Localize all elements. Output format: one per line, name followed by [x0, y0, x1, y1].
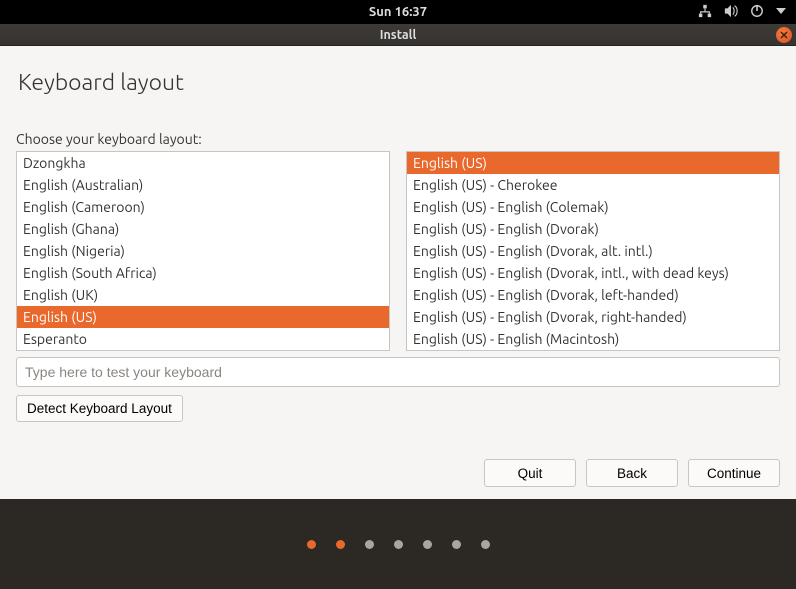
- network-icon[interactable]: [698, 4, 712, 21]
- keyboard-test-input[interactable]: [16, 357, 780, 387]
- progress-dot[interactable]: [394, 540, 403, 549]
- variant-item[interactable]: English (US): [407, 152, 779, 174]
- nav-buttons: Quit Back Continue: [484, 459, 780, 487]
- variant-item[interactable]: English (US) - English (Dvorak, alt. int…: [407, 240, 779, 262]
- variant-item[interactable]: English (US) - English (Dvorak, right-ha…: [407, 306, 779, 328]
- progress-dot[interactable]: [307, 540, 316, 549]
- variant-item[interactable]: English (US) - English (Colemak): [407, 196, 779, 218]
- continue-button[interactable]: Continue: [688, 459, 780, 487]
- language-item[interactable]: English (UK): [17, 284, 389, 306]
- language-item[interactable]: Dzongkha: [17, 152, 389, 174]
- installer-window: Keyboard layout Choose your keyboard lay…: [0, 46, 796, 499]
- back-button[interactable]: Back: [586, 459, 678, 487]
- progress-dot[interactable]: [481, 540, 490, 549]
- language-item[interactable]: English (Nigeria): [17, 240, 389, 262]
- language-item[interactable]: English (South Africa): [17, 262, 389, 284]
- variant-item[interactable]: English (US) - Cherokee: [407, 174, 779, 196]
- choose-label: Choose your keyboard layout:: [16, 131, 780, 147]
- system-tray: [698, 0, 786, 24]
- variant-item[interactable]: English (US) - English (Dvorak, intl., w…: [407, 262, 779, 284]
- variant-listbox[interactable]: English (US)English (US) - CherokeeEngli…: [406, 151, 780, 351]
- close-icon: [780, 31, 788, 39]
- progress-dot[interactable]: [423, 540, 432, 549]
- progress-dot[interactable]: [336, 540, 345, 549]
- chevron-down-icon[interactable]: [776, 5, 786, 19]
- progress-dots: [0, 499, 796, 589]
- variant-item[interactable]: English (US) - English (Dvorak, left-han…: [407, 284, 779, 306]
- power-icon[interactable]: [750, 4, 764, 21]
- page-title: Keyboard layout: [18, 70, 780, 95]
- language-item[interactable]: English (Cameroon): [17, 196, 389, 218]
- language-item[interactable]: English (US): [17, 306, 389, 328]
- language-item[interactable]: English (Australian): [17, 174, 389, 196]
- window-title: Install: [380, 28, 417, 42]
- layout-lists: DzongkhaEnglish (Australian)English (Cam…: [16, 151, 780, 351]
- gnome-topbar: Sun 16:37: [0, 0, 796, 24]
- window-titlebar: Install: [0, 24, 796, 46]
- progress-dot[interactable]: [452, 540, 461, 549]
- language-item[interactable]: English (Ghana): [17, 218, 389, 240]
- clock: Sun 16:37: [369, 5, 427, 19]
- language-listbox[interactable]: DzongkhaEnglish (Australian)English (Cam…: [16, 151, 390, 351]
- quit-button[interactable]: Quit: [484, 459, 576, 487]
- language-item[interactable]: Esperanto: [17, 328, 389, 350]
- volume-icon[interactable]: [724, 4, 738, 21]
- close-button[interactable]: [776, 27, 792, 43]
- progress-dot[interactable]: [365, 540, 374, 549]
- variant-item[interactable]: English (US) - English (Dvorak): [407, 218, 779, 240]
- variant-item[interactable]: English (US) - English (Macintosh): [407, 328, 779, 350]
- detect-layout-button[interactable]: Detect Keyboard Layout: [16, 395, 183, 422]
